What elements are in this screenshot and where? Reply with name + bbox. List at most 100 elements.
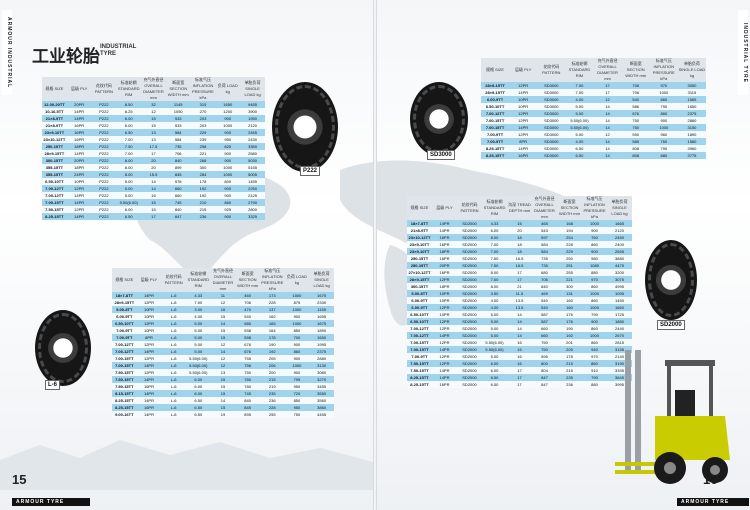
table-cell: 203 — [190, 115, 216, 122]
table-row: 23×10-12TT 16PR SD2000 8.00 18 597 254 760 2450 — [407, 234, 632, 241]
table-cell: 10PR — [136, 313, 162, 320]
table-cell: 8.25-15TT — [407, 374, 432, 381]
table-cell: 16 — [507, 339, 532, 346]
table-cell: 597 — [532, 234, 557, 241]
table-cell: 3080 — [309, 369, 334, 376]
spec-table-p222: 规格 SIZE 层级 PLY 花纹代码 PATTERN 标准轮辋 STANDARD R… — [42, 77, 265, 220]
table-cell: 1650 — [677, 103, 706, 110]
table-row: 250-15TT 20PR SD2000 7.50 16.5 735 251 1080 4475 — [407, 262, 632, 269]
table-header-row: 规格 SIZE 层级 PLY 花纹代码 PATTERN 标准轮辋 STANDARD R… — [42, 77, 265, 101]
column-header: 单胎负荷 SINGLE LOAD kg — [309, 268, 334, 292]
table-cell: 2250 — [240, 185, 265, 192]
table-cell: 137 — [259, 306, 285, 313]
table-cell: 900 — [649, 117, 678, 124]
table-cell: 750 — [621, 117, 650, 124]
tyre-label-p222: P222 — [300, 166, 321, 176]
table-cell: 7.50 — [482, 262, 507, 269]
table-cell: 13 — [210, 369, 236, 376]
table-cell: 5.00 — [185, 334, 211, 341]
table-cell: 300-15TT — [42, 157, 67, 164]
table-cell: 584 — [165, 136, 191, 143]
table-row: 7.00-9TT 12PR SD3000 5.00 12 590 960 1890 — [481, 131, 706, 138]
table-cell: 2120 — [607, 227, 632, 234]
column-header: 断面宽 SECTION WIDTH mm — [557, 196, 582, 220]
table-cell: 190 — [557, 325, 582, 332]
table-row: 21×8-9TT 16PR P222 6.00 15 533 203 1000 2120 — [42, 122, 265, 129]
tyre-image-l6 — [35, 310, 91, 386]
table-cell: 168 — [557, 220, 582, 227]
table-cell: 176 — [557, 311, 582, 318]
table-cell: SD2000 — [457, 227, 482, 234]
table-cell: 5.00 — [185, 348, 211, 355]
table-cell: 7.00 — [116, 150, 142, 157]
column-header: 标准气压 INFLATION PRESSURE kPa — [649, 58, 678, 82]
table-cell: 470 — [235, 306, 260, 313]
table-cell: 880 — [582, 381, 607, 388]
table-row: 7.00-15TT 14PR SD2000 5.50(6.00) 16 750 205 940… — [407, 346, 632, 353]
table-cell: 660 — [532, 332, 557, 339]
table-cell: 7.00 — [565, 82, 594, 89]
table-row: 7.00-12TT 12PR L-6 5.00 12 676 190 900 1995 — [112, 341, 334, 348]
table-cell: 5.00-8TT — [112, 306, 137, 313]
tyre-image-p222 — [272, 82, 338, 172]
table-header-row: 规格 SIZE 层级 PLY 花纹代码 PATTERN 标准轮辋 STANDARD R… — [407, 196, 632, 220]
table-cell: 2400 — [607, 241, 632, 248]
table-cell: 10PR — [66, 178, 92, 185]
table-cell: 12PR — [509, 82, 538, 89]
table-cell: P222 — [91, 143, 117, 150]
table-cell: 14PR — [66, 150, 92, 157]
table-cell: 950 — [284, 383, 310, 390]
table-cell: 12PR — [509, 117, 538, 124]
table-cell: 12PR — [432, 276, 457, 283]
table-cell: 16 — [507, 353, 532, 360]
table-cell: 14PR — [509, 145, 538, 152]
table-cell: 203 — [190, 122, 216, 129]
table-cell: SD2000 — [457, 332, 482, 339]
table-cell: 5005 — [240, 171, 265, 178]
table-cell: 192 — [259, 348, 285, 355]
table-cell: 17 — [507, 276, 532, 283]
table-cell: 3860 — [309, 404, 334, 411]
table-row: 8.25-15TT 14PR L-6 6.50 14 840 236 850 3560 — [112, 397, 334, 404]
table-cell: 5.50(6.00) — [185, 355, 211, 362]
table-cell: 860 — [582, 325, 607, 332]
table-cell: 15 — [210, 327, 236, 334]
table-cell: 12 — [210, 299, 236, 306]
table-cell: 790 — [649, 103, 678, 110]
table-cell: 7.50-15TT — [42, 206, 67, 213]
table-cell: 580 — [235, 320, 260, 327]
table-cell: 7.50 — [482, 255, 507, 262]
table-cell: 268 — [190, 157, 216, 164]
table-cell: SD3000 — [537, 110, 566, 117]
table-cell: 355-15TT — [42, 171, 67, 178]
table-header-row: 规格 SIZE 层级 PLY 花纹代码 PATTERN 标准轮辋 STANDARD R… — [481, 58, 706, 82]
table-cell: 1000 — [582, 220, 607, 227]
table-cell: 860 — [582, 241, 607, 248]
page-title-english: INDUSTRIAL TYRE — [100, 44, 137, 57]
table-row: 6.50-10TT 12PR SD2000 5.00 14 587 176 900 1880 — [407, 318, 632, 325]
table-row: 6.00-9TT 10PR SD3000 4.00 12 540 860 1565 — [481, 96, 706, 103]
table-cell: SD2000 — [457, 248, 482, 255]
column-header: 层级 PLY — [66, 77, 92, 101]
table-cell: 900 — [582, 248, 607, 255]
table-cell: 3350 — [240, 143, 265, 150]
table-cell: 750 — [235, 369, 260, 376]
table-cell: 5.50(6.00) — [185, 362, 211, 369]
table-cell: 660 — [165, 192, 191, 199]
table-cell: 15 — [210, 390, 236, 397]
table-cell: 847 — [532, 374, 557, 381]
table-cell: 676 — [621, 110, 650, 117]
table-cell: 16PR — [509, 152, 538, 159]
table-cell: 18×7-8TT — [407, 220, 432, 227]
table-cell: 7.00-15TT — [407, 339, 432, 346]
table-cell: 5030 — [240, 157, 265, 164]
table-cell: 950 — [215, 136, 241, 143]
table-row: 8.25-15TT 14PR P222 6.50 17 847 236 900 3325 — [42, 213, 265, 220]
table-cell: 860 — [582, 283, 607, 290]
table-cell: 236 — [259, 397, 285, 404]
table-cell: 790 — [582, 311, 607, 318]
table-cell: 800 — [532, 360, 557, 367]
table-cell: 756 — [235, 362, 260, 369]
table-cell: 254 — [557, 234, 582, 241]
table-cell: 1890 — [677, 131, 706, 138]
